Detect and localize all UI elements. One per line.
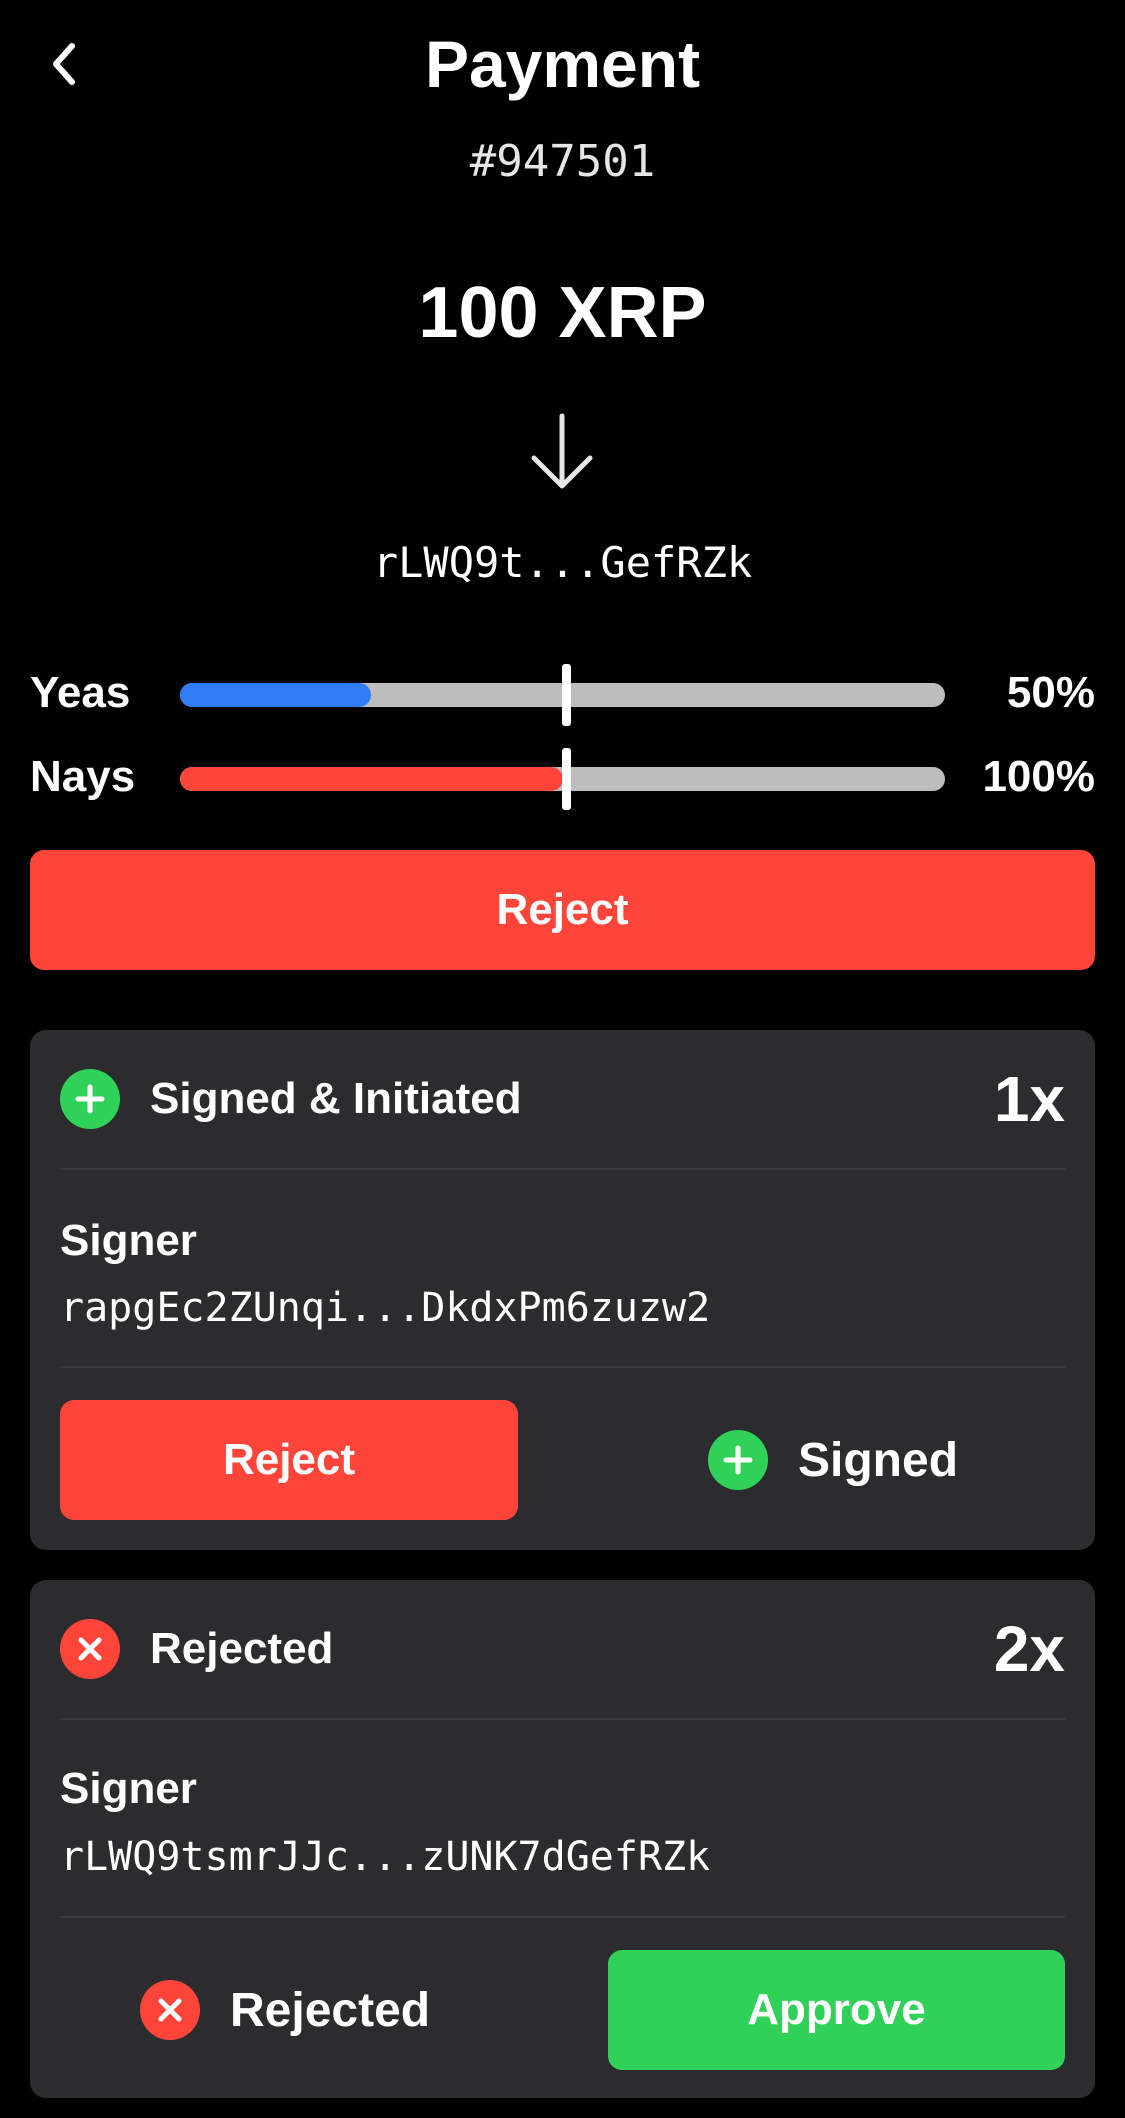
- rejected-status: Rejected: [140, 1980, 430, 2040]
- card-status: Rejected: [150, 1624, 334, 1673]
- signer-address: rapgEc2ZUnqi...DkdxPm6zuzw2: [60, 1285, 711, 1331]
- signer-address: rLWQ9tsmrJJc...zUNK7dGefRZk: [60, 1834, 711, 1880]
- signed-status: Signed: [708, 1430, 958, 1490]
- card-header: Signed & Initiated 1x: [60, 1030, 1065, 1168]
- yeas-progress-fill: [180, 683, 372, 707]
- card-status: Signed & Initiated: [150, 1074, 522, 1123]
- yeas-percent: 50%: [1006, 668, 1095, 717]
- yeas-label: Yeas: [30, 668, 131, 717]
- signer-card: Signed & Initiated 1x Signer rapgEc2ZUnq…: [30, 1030, 1095, 1550]
- nays-label: Nays: [30, 752, 136, 801]
- x-circle-icon: [140, 1980, 200, 2040]
- divider: [60, 1916, 1065, 1918]
- arrow-down-icon: [531, 413, 593, 489]
- nays-threshold-marker: [562, 748, 571, 810]
- signer-reject-button[interactable]: Reject: [60, 1400, 518, 1520]
- plus-circle-icon: [708, 1430, 768, 1490]
- reject-button[interactable]: Reject: [30, 850, 1095, 970]
- page-title: Payment: [424, 27, 701, 101]
- signer-card: Rejected 2x Signer rLWQ9tsmrJJc...zUNK7d…: [30, 1580, 1095, 2098]
- rejected-status-label: Rejected: [230, 1983, 431, 2037]
- signer-label: Signer: [60, 1216, 197, 1265]
- destination-address: rLWQ9t...GefRZk: [372, 538, 753, 587]
- divider: [60, 1168, 1065, 1170]
- card-count: 1x: [993, 1063, 1065, 1135]
- approve-button[interactable]: Approve: [608, 1950, 1065, 2070]
- nays-progress-fill: [180, 767, 563, 791]
- nays-percent: 100%: [982, 752, 1095, 801]
- divider: [60, 1718, 1065, 1720]
- card-header: Rejected 2x: [60, 1580, 1065, 1718]
- divider: [60, 1366, 1065, 1368]
- card-count: 2x: [993, 1613, 1065, 1685]
- plus-circle-icon: [60, 1069, 120, 1129]
- signer-label: Signer: [60, 1764, 197, 1813]
- x-circle-icon: [60, 1619, 120, 1679]
- signed-status-label: Signed: [798, 1433, 959, 1487]
- payment-amount: 100 XRP: [418, 273, 707, 353]
- yeas-threshold-marker: [562, 664, 571, 726]
- transaction-id: #947501: [469, 136, 656, 187]
